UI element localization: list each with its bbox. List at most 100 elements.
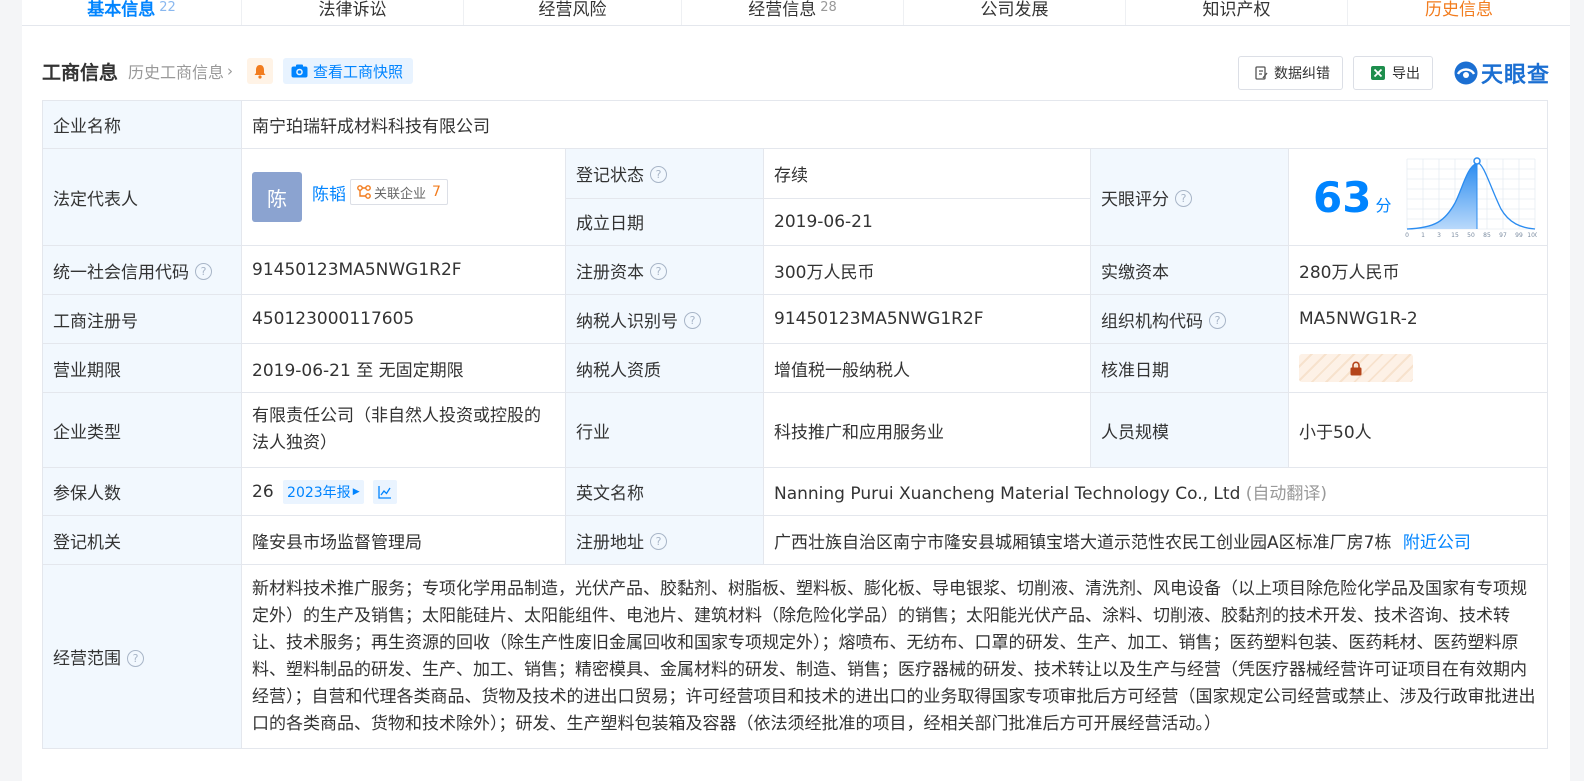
tianyancha-logo: 天眼查 [1453, 57, 1550, 89]
business-info-table: 企业名称 南宁珀瑞轩成材料科技有限公司 法定代表人 陈 陈韬 关联企业 7 登记… [42, 100, 1549, 749]
help-icon[interactable]: ? [195, 263, 212, 280]
annual-report-select[interactable]: 2023年报 ▶ [283, 479, 364, 504]
industry-value: 科技推广和应用服务业 [763, 392, 1091, 468]
top-tab-bar: 基本信息 22 法律诉讼 经营风险 经营信息 28 公司发展 知识产权 历史信息 [22, 0, 1570, 26]
tab-ip[interactable]: 知识产权 [1126, 0, 1348, 25]
export-label: 导出 [1391, 66, 1420, 82]
tab-label: 公司发展 [980, 0, 1049, 20]
tab-risk[interactable]: 经营风险 [464, 0, 682, 25]
help-icon[interactable]: ? [1175, 190, 1192, 207]
tab-legal[interactable]: 法律诉讼 [242, 0, 464, 25]
score-unit: 分 [1375, 196, 1392, 215]
scope-value: 新材料技术推广服务；专项化学用品制造，光伏产品、胶黏剂、树脂板、塑料板、膨化板、… [240, 564, 1549, 749]
score-tick: 85 [1484, 232, 1492, 239]
found-date-value: 2019-06-21 [763, 197, 1091, 246]
export-button[interactable]: 导出 [1352, 56, 1433, 90]
reg-no-value: 450123000117605 [241, 294, 566, 344]
year-label: 2023年报 [287, 484, 351, 501]
industry-label: 行业 [565, 392, 764, 468]
label-text: 登记状态 [576, 165, 644, 186]
locked-value-button[interactable] [1299, 354, 1413, 382]
score-tick: 3 [1438, 232, 1442, 239]
help-icon[interactable]: ? [127, 649, 144, 667]
score-tick: 100 [1528, 232, 1538, 239]
table-row: 企业类型 有限责任公司（非自然人投资或控股的法人独资） 行业 科技推广和应用服务… [42, 392, 1549, 468]
line-chart-icon [378, 485, 392, 499]
legal-rep-label: 法定代表人 [42, 148, 242, 246]
score-label: 天眼评分? [1090, 148, 1289, 246]
legal-rep-cell: 陈 陈韬 关联企业 7 [241, 148, 566, 246]
approve-date-label: 核准日期 [1090, 343, 1289, 393]
logo-text: 天眼查 [1480, 63, 1550, 88]
auto-translate-note: (自动翻译) [1245, 484, 1328, 504]
page: 基本信息 22 法律诉讼 经营风险 经营信息 28 公司发展 知识产权 历史信息 工… [22, 0, 1570, 781]
credit-code-value: 91450123MA5NWG1R2F [241, 245, 566, 295]
help-icon[interactable]: ? [650, 263, 667, 280]
score-tick: 0 [1406, 232, 1410, 239]
taxpayer-id-label: 纳税人识别号? [565, 294, 764, 344]
caret-right-icon: ▶ [352, 486, 360, 497]
tab-operation[interactable]: 经营信息 28 [682, 0, 904, 25]
en-name-label: 英文名称 [565, 467, 764, 516]
header-tools: 数据纠错 导出 天眼查 [1237, 56, 1550, 90]
tab-label: 历史信息 [1425, 0, 1493, 20]
scope-label: 经营范围? [42, 564, 242, 749]
insured-cell: 26 2023年报 ▶ [241, 467, 566, 516]
table-row: 营业期限 2019-06-21 至 无固定期限 纳税人资质 增值税一般纳税人 核… [42, 343, 1549, 393]
monitor-bell-button[interactable] [247, 58, 274, 84]
help-icon[interactable]: ? [650, 533, 667, 550]
org-code-value: MA5NWG1R-2 [1287, 294, 1549, 344]
en-name-value: Nanning Purui Xuancheng Material Technol… [774, 484, 1241, 504]
avatar[interactable]: 陈 [252, 172, 302, 222]
related-companies-button[interactable]: 关联企业 7 [350, 179, 448, 205]
authority-label: 登记机关 [42, 515, 242, 565]
score-tick: 1 [1422, 232, 1426, 239]
nearby-companies-link[interactable]: 附近公司 [1403, 533, 1471, 553]
score-value: 63 [1313, 172, 1372, 222]
taxpayer-qual-label: 纳税人资质 [565, 343, 764, 393]
tab-count: 28 [820, 0, 837, 15]
history-link[interactable]: 历史工商信息 › [128, 59, 233, 83]
related-count: 7 [432, 184, 441, 200]
en-name-cell: Nanning Purui Xuancheng Material Technol… [762, 467, 1549, 516]
chevron-right-icon: › [227, 62, 234, 80]
table-row: 经营范围? 新材料技术推广服务；专项化学用品制造，光伏产品、胶黏剂、树脂板、塑料… [42, 564, 1549, 749]
staff-label: 人员规模 [1090, 392, 1289, 468]
insured-value: 26 [252, 481, 274, 502]
label-text: 统一社会信用代码 [53, 262, 189, 283]
score-tick: 99 [1516, 232, 1524, 239]
label-text: 注册资本 [576, 262, 644, 283]
tab-label: 基本信息 [87, 0, 156, 20]
address-value: 广西壮族自治区南宁市隆安县城厢镇宝塔大道示范性农民工创业园A区标准厂房7栋 [774, 532, 1392, 553]
section-title: 工商信息 [42, 61, 119, 84]
help-icon[interactable]: ? [1209, 312, 1226, 329]
table-row: 工商注册号 450123000117605 纳税人识别号? 91450123MA… [42, 294, 1549, 344]
score-tick: 97 [1500, 232, 1508, 239]
reg-status-label: 登记状态? [565, 148, 764, 199]
org-code-label: 组织机构代码? [1090, 294, 1289, 344]
paid-capital-label: 实缴资本 [1090, 245, 1289, 295]
legal-rep-name-link[interactable]: 陈韬 [312, 180, 346, 205]
insured-label: 参保人数 [42, 467, 242, 516]
trend-chart-button[interactable] [373, 479, 398, 504]
tab-development[interactable]: 公司发展 [904, 0, 1126, 25]
paid-capital-value: 280万人民币 [1287, 245, 1549, 295]
history-link-label: 历史工商信息 [128, 63, 225, 82]
authority-value: 隆安县市场监督管理局 [241, 515, 566, 565]
help-icon[interactable]: ? [684, 312, 701, 329]
tab-history[interactable]: 历史信息 [1348, 0, 1570, 25]
snapshot-button[interactable]: 查看工商快照 [283, 58, 414, 84]
data-correction-button[interactable]: 数据纠错 [1237, 56, 1343, 90]
table-row: 企业名称 南宁珀瑞轩成材料科技有限公司 [42, 100, 1549, 149]
table-row: 统一社会信用代码? 91450123MA5NWG1R2F 注册资本? 300万人… [42, 245, 1549, 295]
company-name-label: 企业名称 [42, 100, 242, 149]
label-text: 纳税人识别号 [576, 311, 678, 332]
table-row: 参保人数 26 2023年报 ▶ 英文名称 Nanning Purui Xuanc… [42, 467, 1549, 516]
tab-basic-info[interactable]: 基本信息 22 [22, 0, 242, 25]
bell-icon [254, 64, 266, 79]
score-distribution-chart[interactable]: 0 1 3 15 50 85 97 99 100 [1405, 155, 1537, 239]
score-cell: 63 分 0 1 3 15 50 85 97 99 100 [1287, 148, 1549, 246]
help-icon[interactable]: ? [650, 166, 667, 184]
label-text: 注册地址 [576, 532, 644, 553]
table-row: 法定代表人 陈 陈韬 关联企业 7 登记状态 ? 存续 天眼评分 ? 63 分 … [42, 148, 1549, 246]
